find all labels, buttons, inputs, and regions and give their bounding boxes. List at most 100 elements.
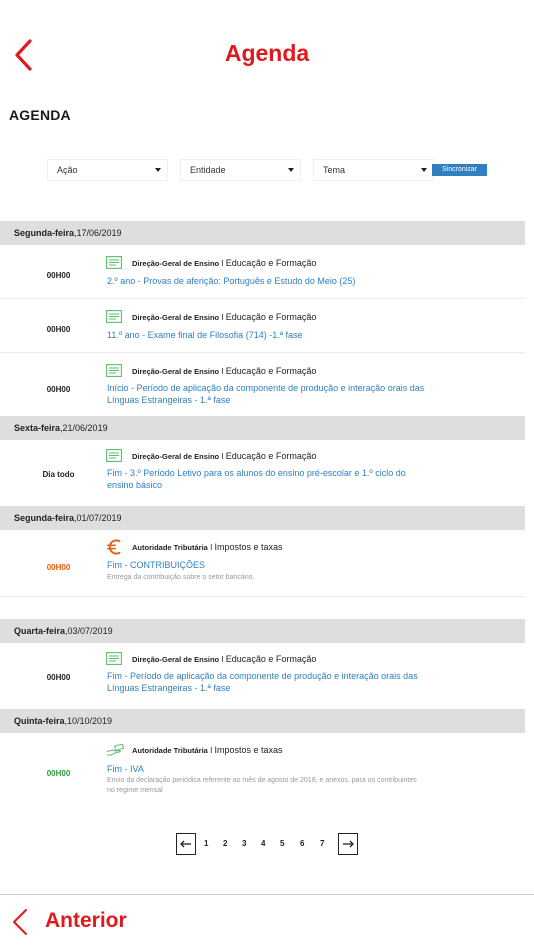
- day-date: ,01/07/2019: [74, 513, 122, 523]
- tema-select[interactable]: Tema: [314, 160, 433, 180]
- acao-select[interactable]: Ação: [48, 160, 167, 180]
- event-theme: Educação e Formação: [225, 258, 317, 268]
- event-item: Direção-Geral de Ensino I Educação e For…: [0, 440, 525, 506]
- entidade-select[interactable]: Entidade: [181, 160, 300, 180]
- event-description: Envio da declaração periódica referente …: [107, 777, 417, 794]
- page-link[interactable]: 1: [204, 839, 208, 848]
- event-source: Direção-Geral de Ensino I Educação e For…: [132, 312, 316, 322]
- event-theme: Educação e Formação: [225, 654, 317, 664]
- back-chevron-icon[interactable]: [10, 907, 34, 937]
- day-header: Segunda-feira,01/07/2019: [0, 506, 525, 530]
- event-item: Autoridade Tributária I Impostos e taxas…: [0, 530, 525, 597]
- event-source-separator: I: [219, 259, 226, 268]
- event-source-name: Direção-Geral de Ensino: [132, 313, 220, 322]
- event-time: 00H00: [46, 563, 71, 572]
- event-source-name: Autoridade Tributária: [132, 543, 208, 552]
- event-title-link[interactable]: Início - Período de aplicação da compone…: [107, 383, 425, 406]
- event-source: Direção-Geral de Ensino I Educação e For…: [132, 451, 316, 461]
- event-source: Direção-Geral de Ensino I Educação e For…: [132, 366, 316, 376]
- caret-down-icon: [155, 168, 161, 172]
- event-theme: Educação e Formação: [225, 451, 317, 461]
- page-link[interactable]: 6: [300, 839, 304, 848]
- pagination-prev-button[interactable]: [176, 833, 196, 855]
- bottom-bar: Anterior: [0, 894, 534, 950]
- day-date: ,21/06/2019: [60, 423, 108, 433]
- day-weekday: Quarta-feira: [14, 626, 66, 636]
- event-time: Dia todo: [42, 470, 75, 479]
- day-header: Segunda-feira,17/06/2019: [0, 221, 525, 245]
- top-bar: Agenda: [0, 0, 534, 100]
- event-title-link[interactable]: 11.º ano - Exame final de Filosofia (714…: [107, 330, 425, 342]
- event-item: Direção-Geral de Ensino I Educação e For…: [0, 353, 525, 416]
- event-theme: Educação e Formação: [225, 366, 317, 376]
- event-source-separator: I: [219, 452, 226, 461]
- event-source-name: Autoridade Tributária: [132, 746, 208, 755]
- event-item: Direção-Geral de Ensino I Educação e For…: [0, 643, 525, 709]
- section-heading: AGENDA: [9, 107, 71, 123]
- caret-down-icon: [421, 168, 427, 172]
- event-theme: Impostos e taxas: [214, 745, 283, 755]
- event-source-separator: I: [219, 313, 226, 322]
- event-title-link[interactable]: 2.º ano - Provas de aferição: Português …: [107, 276, 425, 288]
- pagination-next-button[interactable]: [338, 833, 358, 855]
- event-source-separator: I: [219, 655, 226, 664]
- caret-down-icon: [288, 168, 294, 172]
- event-source-name: Direção-Geral de Ensino: [132, 259, 220, 268]
- event-description: Entrega da contribuição sobre o setor ba…: [107, 574, 255, 581]
- day-weekday: Quinta-feira: [14, 716, 65, 726]
- event-source: Autoridade Tributária I Impostos e taxas: [132, 542, 283, 552]
- day-weekday: Segunda-feira: [14, 228, 75, 238]
- day-date: ,03/07/2019: [65, 626, 113, 636]
- tema-select-value: Tema: [323, 165, 346, 175]
- day-date: ,17/06/2019: [74, 228, 122, 238]
- day-weekday: Segunda-feira: [14, 513, 75, 523]
- day-weekday: Sexta-feira: [14, 423, 61, 433]
- page-link[interactable]: 5: [280, 839, 284, 848]
- event-item: Autoridade Tributária I Impostos e taxas…: [0, 733, 525, 809]
- event-title-link[interactable]: Fim - 3.º Período Letivo para os alunos …: [107, 468, 425, 491]
- page-title: Agenda: [224, 40, 310, 66]
- event-source-name: Direção-Geral de Ensino: [132, 367, 220, 376]
- document-list-icon: [106, 449, 122, 467]
- back-button-label[interactable]: Anterior: [45, 909, 127, 933]
- page-link[interactable]: 4: [261, 839, 265, 848]
- event-theme: Impostos e taxas: [214, 542, 283, 552]
- day-header: Sexta-feira,21/06/2019: [0, 416, 525, 440]
- event-source-separator: I: [219, 367, 226, 376]
- page-link[interactable]: 3: [242, 839, 246, 848]
- event-time: 00H00: [46, 673, 71, 682]
- day-date: ,10/10/2019: [64, 716, 113, 726]
- pagination: 1 2 3 4 5 6 7: [176, 833, 360, 855]
- agenda-list: Segunda-feira,17/06/2019 Direção-Geral d…: [0, 221, 525, 809]
- acao-select-value: Ação: [57, 165, 78, 175]
- event-title-link[interactable]: Fim - CONTRIBUIÇÕES: [107, 560, 425, 572]
- event-source: Direção-Geral de Ensino I Educação e For…: [132, 654, 316, 664]
- arrow-right-icon: [343, 840, 354, 848]
- event-source-name: Direção-Geral de Ensino: [132, 655, 220, 664]
- event-title-link[interactable]: Fim - Período de aplicação da componente…: [107, 671, 425, 694]
- event-theme: Educação e Formação: [225, 312, 317, 322]
- day-header: Quarta-feira,03/07/2019: [0, 619, 525, 643]
- event-time: 00H00: [46, 325, 71, 334]
- entidade-select-value: Entidade: [190, 165, 226, 175]
- hand-money-icon: [106, 743, 125, 762]
- event-item: Direção-Geral de Ensino I Educação e For…: [0, 245, 525, 299]
- document-list-icon: [106, 364, 122, 382]
- arrow-left-icon: [180, 840, 191, 848]
- event-item: Direção-Geral de Ensino I Educação e For…: [0, 299, 525, 353]
- event-time: 00H00: [46, 385, 71, 394]
- event-source: Direção-Geral de Ensino I Educação e For…: [132, 258, 316, 268]
- event-source-name: Direção-Geral de Ensino: [132, 452, 220, 461]
- filter-bar: Ação Entidade Tema Sincronizar: [48, 160, 488, 180]
- event-time: 00H00: [46, 271, 71, 280]
- day-header: Quinta-feira,10/10/2019: [0, 709, 525, 733]
- event-source-separator: I: [207, 543, 215, 552]
- page-link[interactable]: 2: [223, 839, 227, 848]
- event-title-link[interactable]: Fim - IVA: [107, 764, 425, 776]
- event-source: Autoridade Tributária I Impostos e taxas: [132, 745, 283, 755]
- page-link[interactable]: 7: [320, 839, 324, 848]
- event-time: 00H00: [46, 769, 71, 778]
- sync-button[interactable]: Sincronizar: [432, 164, 487, 176]
- euro-icon: [106, 538, 122, 561]
